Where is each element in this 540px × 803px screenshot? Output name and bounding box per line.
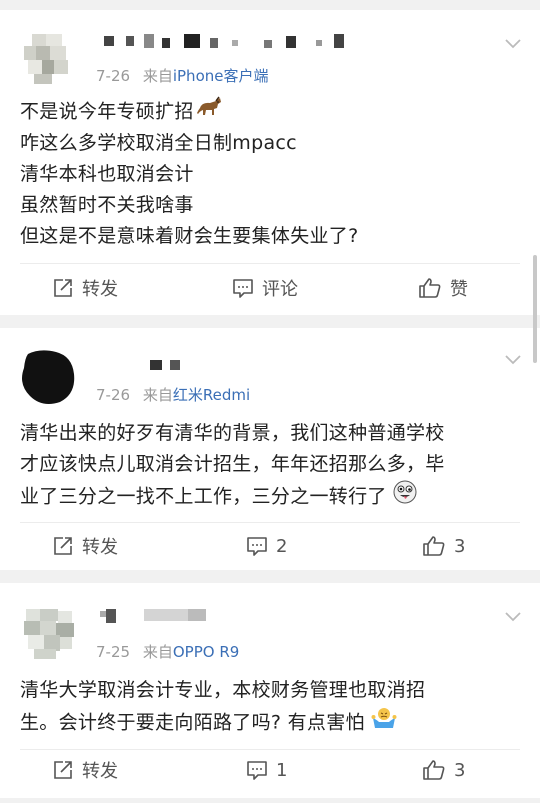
comment-count: 1 <box>276 759 288 781</box>
divider <box>20 522 520 523</box>
comment-icon <box>233 279 253 298</box>
username-redacted[interactable] <box>104 34 354 48</box>
avatar[interactable] <box>20 348 78 406</box>
comment-body: 不是说今年专硕扩招 咋这么多学校取消全日制mpacc 清华本科也取消会计 虽然暂… <box>20 96 520 252</box>
chevron-down-icon[interactable] <box>504 607 522 625</box>
comment-line: 才应该快点儿取消会计招生，年年还招那么多，毕 <box>20 453 445 475</box>
post-date: 7-26 <box>96 67 131 85</box>
like-label: 赞 <box>450 279 468 300</box>
comment-line: 业了三分之一找不上工作，三分之一转行了 <box>20 485 387 508</box>
post-meta: 7-26 来自红米Redmi <box>96 384 250 405</box>
comment-label: 评论 <box>262 279 298 300</box>
username-redacted[interactable] <box>100 607 220 623</box>
like-count: 3 <box>454 759 466 781</box>
chevron-down-icon[interactable] <box>504 34 522 52</box>
like-button[interactable]: 3 <box>422 526 465 566</box>
comment-line: 不是说今年专硕扩招 <box>20 100 194 123</box>
repost-button[interactable]: 转发 <box>52 750 118 790</box>
comment-line: 清华本科也取消会计 <box>20 163 194 185</box>
like-count: 3 <box>454 535 466 557</box>
source-link[interactable]: OPPO R9 <box>173 643 239 661</box>
horse-emoji-icon <box>196 96 224 128</box>
repost-icon <box>54 279 72 297</box>
comment-body: 清华出来的好歹有清华的背景，我们这种普通学校 才应该快点儿取消会计招生，年年还招… <box>20 418 520 514</box>
comment-icon <box>247 761 267 780</box>
comment-line: 咋这么多学校取消全日制mpacc <box>20 132 297 154</box>
source-prefix: 来自 <box>142 386 173 404</box>
source-link[interactable]: 红米Redmi <box>173 386 250 404</box>
repost-label: 转发 <box>82 761 118 782</box>
action-bar: 转发 1 3 <box>0 750 540 790</box>
scrollbar[interactable] <box>533 255 537 363</box>
avatar[interactable] <box>20 605 78 663</box>
avatar[interactable] <box>20 30 78 88</box>
comment-button[interactable]: 2 <box>246 526 287 566</box>
comment-line: 清华出来的好歹有清华的背景，我们这种普通学校 <box>20 422 445 444</box>
post-meta: 7-26 来自iPhone客户端 <box>96 65 268 86</box>
comment-card: 7-26 来自iPhone客户端 不是说今年专硕扩招 咋这么多学校取消全日制mp… <box>0 10 540 315</box>
thumbs-up-icon <box>419 278 441 298</box>
comment-line: 生。会计终于要走向陌路了吗? 有点害怕 <box>20 711 365 734</box>
crazy-face-emoji-icon <box>393 480 417 514</box>
thumbs-up-icon <box>423 760 445 780</box>
comment-line: 虽然暂时不关我啥事 <box>20 194 194 216</box>
shrug-emoji-icon <box>371 706 397 740</box>
source-prefix: 来自 <box>142 643 173 661</box>
username-redacted[interactable] <box>150 358 190 372</box>
like-button[interactable]: 3 <box>422 750 465 790</box>
action-bar: 转发 2 3 <box>0 526 540 566</box>
comment-button[interactable]: 评论 <box>232 268 298 308</box>
comment-line: 但这是不是意味着财会生要集体失业了? <box>20 225 359 247</box>
comment-count: 2 <box>276 535 288 557</box>
action-bar: 转发 评论 赞 <box>0 268 540 308</box>
comment-body: 清华大学取消会计专业，本校财务管理也取消招 生。会计终于要走向陌路了吗? 有点害… <box>20 675 520 740</box>
source-link[interactable]: iPhone客户端 <box>173 67 269 85</box>
comment-card: 7-25 来自OPPO R9 清华大学取消会计专业，本校财务管理也取消招 生。会… <box>0 583 540 798</box>
thumbs-up-icon <box>423 536 445 556</box>
repost-label: 转发 <box>82 537 118 558</box>
comment-line: 清华大学取消会计专业，本校财务管理也取消招 <box>20 679 426 701</box>
repost-button[interactable]: 转发 <box>52 268 118 308</box>
comment-button[interactable]: 1 <box>246 750 287 790</box>
comment-icon <box>247 537 267 556</box>
post-date: 7-25 <box>96 643 131 661</box>
divider <box>20 263 520 264</box>
comment-card: 7-26 来自红米Redmi 清华出来的好歹有清华的背景，我们这种普通学校 才应… <box>0 328 540 570</box>
post-meta: 7-25 来自OPPO R9 <box>96 641 239 662</box>
repost-label: 转发 <box>82 279 118 300</box>
repost-icon <box>54 537 72 555</box>
post-date: 7-26 <box>96 386 131 404</box>
source-prefix: 来自 <box>142 67 173 85</box>
chevron-down-icon[interactable] <box>504 350 522 368</box>
repost-icon <box>54 761 72 779</box>
like-button[interactable]: 赞 <box>418 268 468 308</box>
repost-button[interactable]: 转发 <box>52 526 118 566</box>
